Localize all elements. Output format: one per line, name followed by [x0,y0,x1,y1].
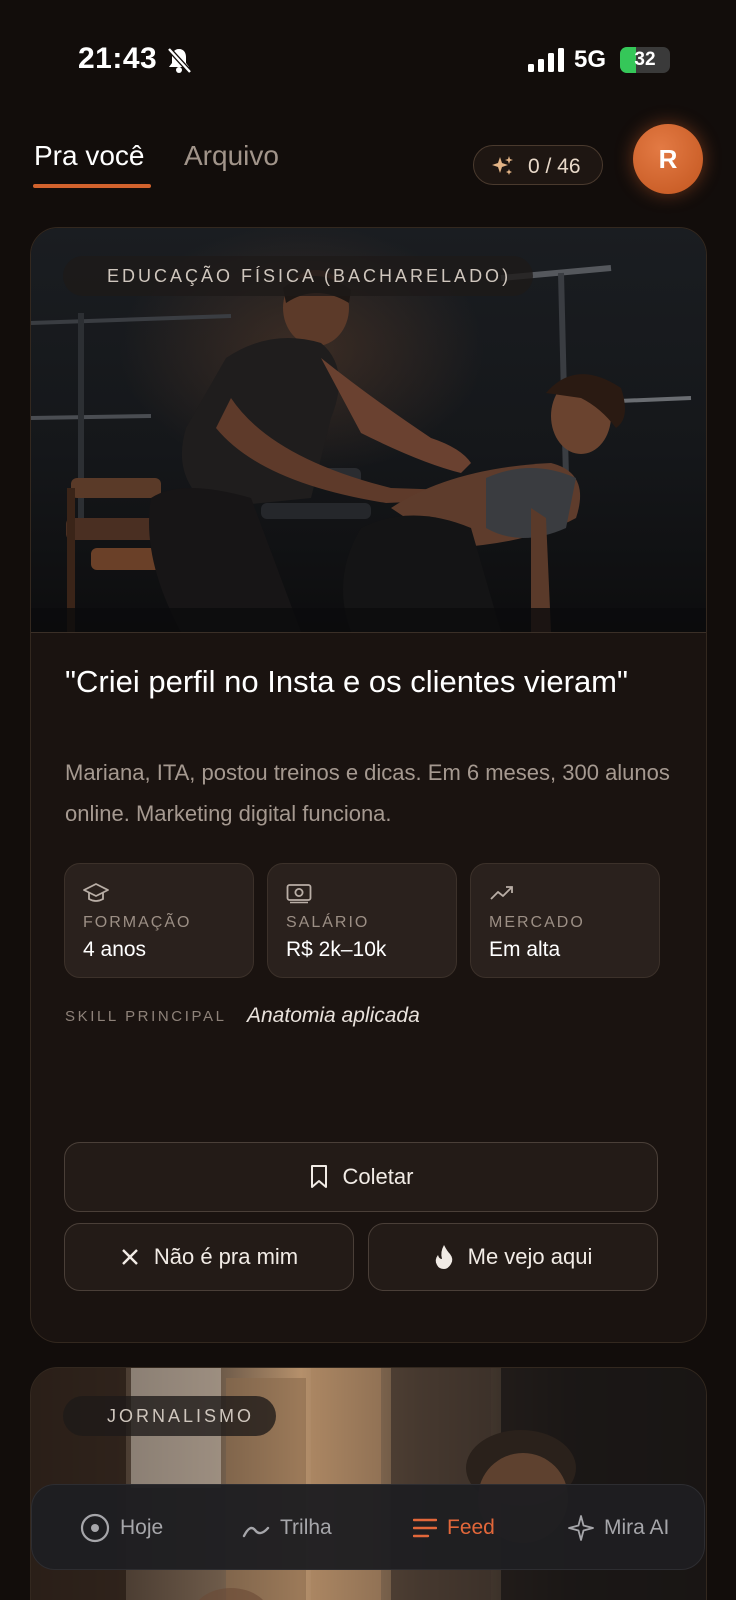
stat-mercado: MERCADO Em alta [470,863,660,978]
dismiss-label: Não é pra mim [153,1244,299,1269]
tab-pra-voce[interactable]: Pra você [34,140,145,172]
hero-divider [31,632,706,633]
card-title: "Criei perfil no Insta e os clientes vie… [65,664,629,699]
collect-button[interactable]: Coletar [64,1142,658,1212]
tab-arquivo[interactable]: Arquivo [184,140,279,172]
status-time: 21:43 [78,42,158,75]
counter-text: 0 / 46 [528,155,581,178]
battery-indicator: 32 [620,47,670,73]
dismiss-button[interactable]: Não é pra mim [64,1223,354,1291]
feed-lines-icon [413,1518,437,1538]
target-circle-icon [80,1513,110,1543]
network-type: 5G [574,46,607,73]
bottom-navigation: Hoje Trilha Feed Mira AI [31,1484,705,1570]
bell-slash-icon [167,47,192,74]
cellular-signal-icon [528,48,564,72]
graduation-cap-icon [83,883,109,902]
nav-item-feed[interactable]: Feed [413,1485,495,1571]
bookmark-icon [310,1165,327,1188]
nav-item-trilha[interactable]: Trilha [242,1485,332,1571]
nav-label: Hoje [120,1516,164,1539]
active-tab-indicator [33,184,151,188]
nav-label: Trilha [280,1516,332,1539]
stat-value: R$ 2k–10k [286,938,387,961]
stat-formacao: FORMAÇÃO 4 anos [64,863,254,978]
trending-up-icon [490,886,513,900]
stat-value: 4 anos [83,938,147,961]
nav-item-hoje[interactable]: Hoje [80,1485,163,1571]
x-icon [122,1249,138,1265]
collected-counter[interactable]: 0 / 46 [473,145,603,185]
skill-value: Anatomia aplicada [247,1004,420,1027]
stat-value: Em alta [489,938,561,961]
stat-label: FORMAÇÃO [83,914,192,931]
category-chip: EDUCAÇÃO FÍSICA (BACHARELADO) [63,256,534,296]
sparkle-icon [568,1515,594,1541]
nav-label: Mira AI [604,1516,670,1539]
like-button[interactable]: Me vejo aqui [368,1223,658,1291]
career-card: EDUCAÇÃO FÍSICA (BACHARELADO) "Criei per… [30,227,707,1343]
avatar[interactable]: R [633,124,703,194]
flame-icon [435,1245,452,1269]
path-curve-icon [242,1526,270,1538]
skill-label: SKILL PRINCIPAL [65,1008,227,1025]
status-bar: 21:43 5G 32 [0,0,736,110]
card-hero-image: EDUCAÇÃO FÍSICA (BACHARELADO) [31,228,706,632]
card-description: Mariana, ITA, postou treinos e dicas. Em… [65,760,670,826]
stat-label: MERCADO [489,914,585,931]
stat-label: SALÁRIO [286,914,370,931]
next-category-chip: JORNALISMO [63,1396,277,1436]
stat-salario: SALÁRIO R$ 2k–10k [267,863,457,978]
battery-level: 32 [634,49,656,70]
app-screen: 21:43 5G 32 Pra você Arquivo 0 / 46 R ED… [0,0,736,1600]
collect-label: Coletar [342,1164,414,1189]
like-label: Me vejo aqui [467,1244,593,1269]
banknote-icon [286,884,312,904]
sparkles-icon [492,156,513,175]
nav-item-mira-ai[interactable]: Mira AI [568,1485,669,1571]
nav-label: Feed [447,1516,495,1539]
